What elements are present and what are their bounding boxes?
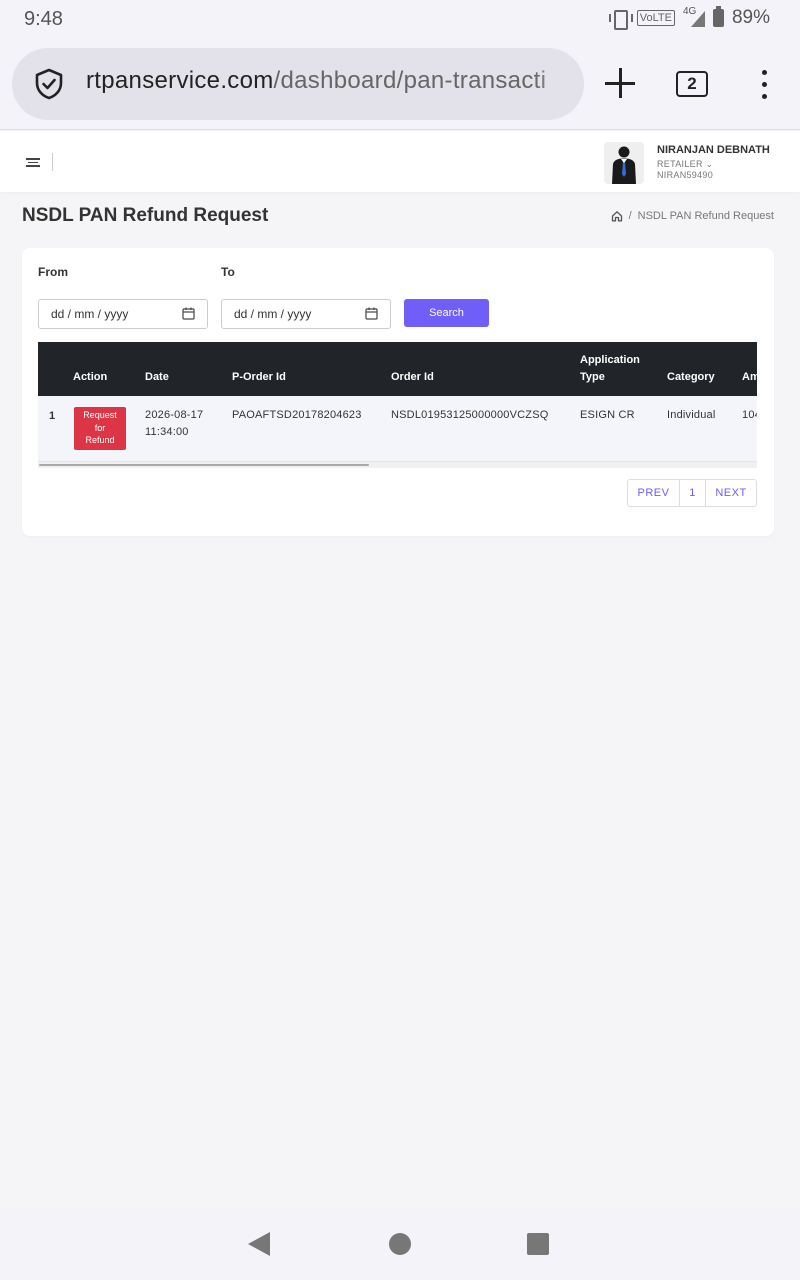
column-header-application-type[interactable]: Application Type — [580, 352, 640, 386]
url-host: rtpanservice.com — [86, 67, 274, 94]
scrollbar-thumb[interactable] — [39, 464, 369, 466]
avatar[interactable] — [604, 142, 644, 184]
column-header-date[interactable]: Date — [145, 369, 169, 386]
home-icon[interactable] — [611, 210, 623, 222]
refund-card: From To dd / mm / yyyy dd / mm / yyyy Se… — [22, 248, 774, 536]
row-porder-id: PAOAFTSD20178204623 — [232, 409, 362, 421]
next-page-button[interactable]: NEXT — [706, 480, 756, 506]
breadcrumb: / NSDL PAN Refund Request — [611, 210, 774, 222]
network-type: 4G — [682, 6, 697, 17]
column-header-category[interactable]: Category — [667, 369, 715, 386]
from-date-placeholder: dd / mm / yyyy — [51, 307, 129, 321]
column-header-application-type-line1: Application — [580, 354, 640, 366]
table-header: Action Date P-Order Id Order Id Applicat… — [38, 342, 757, 396]
home-button-icon[interactable] — [389, 1233, 411, 1255]
status-bar: 9:48 VoLTE 4G 89% — [0, 0, 800, 40]
url-text[interactable]: rtpanservice.com/dashboard/pan-transacti — [86, 67, 546, 95]
from-label: From — [38, 265, 68, 279]
page-title: NSDL PAN Refund Request — [22, 205, 269, 226]
recent-apps-icon[interactable] — [527, 1233, 549, 1255]
status-time: 9:48 — [24, 8, 63, 30]
status-icons: VoLTE 4G 89% — [608, 6, 770, 30]
user-role-dropdown[interactable]: RETAILER ⌄ — [657, 159, 713, 170]
new-tab-button[interactable] — [602, 66, 638, 102]
row-order-id: NSDL01953125000000VCZSQ — [391, 409, 549, 421]
browser-toolbar: rtpanservice.com/dashboard/pan-transacti… — [0, 40, 800, 130]
row-date-time: 11:34:00 — [145, 426, 189, 438]
volte-icon: VoLTE — [636, 10, 675, 26]
column-header-amount[interactable]: Am — [742, 369, 757, 386]
to-date-placeholder: dd / mm / yyyy — [234, 307, 312, 321]
battery-percent: 89% — [731, 7, 770, 28]
refund-button-line1: Request — [83, 410, 117, 420]
calendar-icon[interactable] — [365, 307, 378, 320]
row-amount: 104 — [742, 409, 757, 421]
from-date-input[interactable]: dd / mm / yyyy — [38, 299, 208, 329]
system-nav-bar — [0, 1207, 800, 1280]
to-date-input[interactable]: dd / mm / yyyy — [221, 299, 391, 329]
breadcrumb-current: NSDL PAN Refund Request — [637, 210, 774, 222]
signal-icon: 4G — [682, 6, 705, 27]
refund-button-line2: for — [94, 422, 106, 433]
table-row: 1 Request for Refund 2026-08-17 11:34:00… — [38, 396, 757, 462]
column-header-application-type-line2: Type — [580, 371, 605, 383]
url-path: /dashboard/pan-transacti — [273, 67, 547, 94]
pagination: PREV 1 NEXT — [627, 479, 757, 507]
tab-switcher-button[interactable]: 2 — [676, 71, 708, 97]
user-name[interactable]: NIRANJAN DEBNATH — [657, 144, 770, 156]
user-id: NIRAN59490 — [657, 170, 714, 180]
breadcrumb-separator: / — [628, 210, 632, 222]
refund-table: Action Date P-Order Id Order Id Applicat… — [38, 342, 757, 468]
hamburger-menu-icon[interactable] — [26, 158, 40, 168]
url-fade — [534, 48, 584, 120]
row-application-type: ESIGN CR — [580, 409, 635, 421]
row-date-day: 2026-08-17 — [145, 409, 204, 421]
page-1-button[interactable]: 1 — [680, 480, 706, 506]
column-header-action[interactable]: Action — [73, 369, 107, 386]
battery-icon — [712, 6, 724, 27]
column-header-order-id[interactable]: Order Id — [391, 369, 434, 386]
row-date: 2026-08-17 11:34:00 — [145, 407, 203, 441]
app-header: NIRANJAN DEBNATH RETAILER ⌄ NIRAN59490 — [0, 131, 800, 192]
to-label: To — [221, 265, 235, 279]
column-header-porder-id[interactable]: P-Order Id — [232, 369, 286, 386]
browser-menu-icon[interactable] — [756, 70, 772, 100]
request-refund-button[interactable]: Request for Refund — [74, 407, 126, 450]
row-category: Individual — [667, 409, 716, 421]
table-horizontal-scrollbar[interactable] — [38, 462, 757, 468]
search-button[interactable]: Search — [404, 299, 489, 327]
shield-icon[interactable] — [34, 68, 64, 100]
row-index: 1 — [49, 410, 56, 422]
header-divider — [52, 153, 53, 171]
vibrate-icon — [608, 10, 633, 30]
refund-button-line3: Refund — [85, 435, 115, 445]
user-silhouette-icon — [612, 146, 636, 184]
prev-page-button[interactable]: PREV — [628, 480, 680, 506]
calendar-icon[interactable] — [182, 307, 195, 320]
back-icon[interactable] — [248, 1232, 270, 1256]
address-bar[interactable]: rtpanservice.com/dashboard/pan-transacti — [12, 48, 584, 120]
